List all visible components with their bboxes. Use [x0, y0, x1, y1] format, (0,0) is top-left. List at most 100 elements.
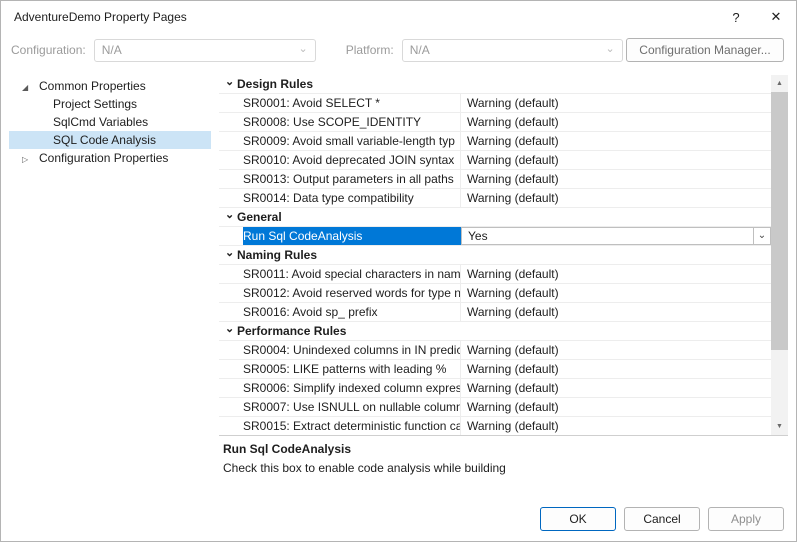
property-row-sr0012[interactable]: SR0012: Avoid reserved words for type nW… [219, 284, 771, 303]
property-row-sr0016[interactable]: SR0016: Avoid sp_ prefixWarning (default… [219, 303, 771, 322]
property-name[interactable]: SR0008: Use SCOPE_IDENTITY [243, 113, 461, 131]
scroll-down-icon[interactable]: ▼ [771, 418, 788, 435]
tree-item-project-settings[interactable]: Project Settings [9, 95, 211, 113]
property-row-sr0006[interactable]: SR0006: Simplify indexed column expresWa… [219, 379, 771, 398]
property-row-sr0011[interactable]: SR0011: Avoid special characters in namW… [219, 265, 771, 284]
tree-item-label: Project Settings [53, 97, 137, 111]
property-value[interactable]: Warning (default) [461, 151, 771, 169]
property-name[interactable]: SR0005: LIKE patterns with leading % [243, 360, 461, 378]
tree-item-sqlcmd-variables[interactable]: SqlCmd Variables [9, 113, 211, 131]
property-name[interactable]: SR0009: Avoid small variable-length typ [243, 132, 461, 150]
collapse-section-icon[interactable]: ⌄ [219, 244, 237, 262]
scrollbar-thumb[interactable] [771, 92, 788, 350]
property-value[interactable]: Warning (default) [461, 303, 771, 321]
row-indent [219, 94, 243, 112]
property-row-sr0014[interactable]: SR0014: Data type compatibilityWarning (… [219, 189, 771, 208]
property-name[interactable]: SR0011: Avoid special characters in nam [243, 265, 461, 283]
platform-dropdown: N/A ⌄ [402, 39, 623, 62]
property-row-sr0007[interactable]: SR0007: Use ISNULL on nullable columnWar… [219, 398, 771, 417]
property-name[interactable]: SR0007: Use ISNULL on nullable column [243, 398, 461, 416]
property-row-sr0001[interactable]: SR0001: Avoid SELECT *Warning (default) [219, 94, 771, 113]
row-indent [219, 265, 243, 283]
value-text: Yes [462, 227, 488, 245]
property-row-sr0009[interactable]: SR0009: Avoid small variable-length typW… [219, 132, 771, 151]
property-grid: ⌄Design RulesSR0001: Avoid SELECT *Warni… [219, 75, 771, 435]
property-row-sr0015[interactable]: SR0015: Extract deterministic function c… [219, 417, 771, 435]
property-value[interactable]: Warning (default) [461, 170, 771, 188]
row-indent [219, 284, 243, 302]
section-header-performance-rules[interactable]: ⌄Performance Rules [219, 322, 771, 341]
description-panel: Run Sql CodeAnalysis Check this box to e… [219, 435, 788, 497]
property-row-sr0005[interactable]: SR0005: LIKE patterns with leading %Warn… [219, 360, 771, 379]
right-panel: ⌄Design RulesSR0001: Avoid SELECT *Warni… [219, 75, 788, 497]
configuration-value: N/A [102, 43, 122, 57]
property-pages-dialog: AdventureDemo Property Pages ? ✕ Configu… [0, 0, 797, 542]
property-name[interactable]: SR0016: Avoid sp_ prefix [243, 303, 461, 321]
section-title: Design Rules [237, 75, 313, 93]
property-row-sr0004[interactable]: SR0004: Unindexed columns in IN predicWa… [219, 341, 771, 360]
help-icon[interactable]: ? [716, 1, 756, 33]
row-indent [219, 360, 243, 378]
tree-item-sql-code-analysis[interactable]: SQL Code Analysis [9, 131, 211, 149]
row-indent [219, 341, 243, 359]
main-area: ◢Common Properties Project Settings SqlCmd… [1, 67, 796, 497]
section-title: Naming Rules [237, 246, 317, 264]
property-value[interactable]: Warning (default) [461, 189, 771, 207]
collapse-arrow-icon[interactable]: ◢ [22, 79, 39, 97]
property-name[interactable]: SR0012: Avoid reserved words for type n [243, 284, 461, 302]
apply-button[interactable]: Apply [708, 507, 784, 531]
property-name[interactable]: SR0010: Avoid deprecated JOIN syntax [243, 151, 461, 169]
dialog-title: AdventureDemo Property Pages [1, 10, 716, 24]
grid-scrollbar[interactable]: ▲ ▼ [771, 75, 788, 435]
property-value[interactable]: Warning (default) [461, 360, 771, 378]
platform-label: Platform: [346, 43, 394, 57]
property-name[interactable]: SR0001: Avoid SELECT * [243, 94, 461, 112]
property-value[interactable]: Warning (default) [461, 341, 771, 359]
collapse-section-icon[interactable]: ⌄ [219, 75, 237, 91]
configuration-bar: Configuration: N/A ⌄ Platform: N/A ⌄ Con… [1, 33, 796, 67]
tree-item-label: SqlCmd Variables [53, 115, 148, 129]
property-name[interactable]: SR0014: Data type compatibility [243, 189, 461, 207]
scroll-up-icon[interactable]: ▲ [771, 75, 788, 92]
property-name[interactable]: SR0006: Simplify indexed column expres [243, 379, 461, 397]
close-icon[interactable]: ✕ [756, 1, 796, 33]
row-indent [219, 113, 243, 131]
platform-value: N/A [410, 43, 430, 57]
tree-item-configuration-properties[interactable]: ▷Configuration Properties [9, 149, 211, 167]
row-indent [219, 170, 243, 188]
property-name[interactable]: SR0015: Extract deterministic function c… [243, 417, 461, 435]
property-value[interactable]: Warning (default) [461, 265, 771, 283]
tree-item-label: SQL Code Analysis [53, 133, 156, 147]
property-value[interactable]: Warning (default) [461, 284, 771, 302]
row-indent [219, 151, 243, 169]
property-value[interactable]: Warning (default) [461, 417, 771, 435]
expand-arrow-icon[interactable]: ▷ [22, 151, 39, 169]
section-header-general[interactable]: ⌄General [219, 208, 771, 227]
property-value[interactable]: Warning (default) [461, 398, 771, 416]
collapse-section-icon[interactable]: ⌄ [219, 320, 237, 338]
section-title: General [237, 208, 282, 226]
property-value[interactable]: Warning (default) [461, 132, 771, 150]
property-row-sr0013[interactable]: SR0013: Output parameters in all pathsWa… [219, 170, 771, 189]
row-indent [219, 398, 243, 416]
property-name[interactable]: Run Sql CodeAnalysis [243, 227, 461, 245]
chevron-down-icon: ⌄ [299, 42, 308, 55]
section-header-design-rules[interactable]: ⌄Design Rules [219, 75, 771, 94]
configuration-manager-button[interactable]: Configuration Manager... [626, 38, 784, 62]
section-header-naming-rules[interactable]: ⌄Naming Rules [219, 246, 771, 265]
property-name[interactable]: SR0004: Unindexed columns in IN predic [243, 341, 461, 359]
property-value[interactable]: Yes ⌄ [461, 227, 771, 245]
property-value[interactable]: Warning (default) [461, 113, 771, 131]
property-row-run-sql-codeanalysis[interactable]: Run Sql CodeAnalysisYes ⌄ [219, 227, 771, 246]
configuration-label: Configuration: [11, 43, 86, 57]
tree-item-common-properties[interactable]: ◢Common Properties [9, 77, 211, 95]
dropdown-button-icon[interactable]: ⌄ [753, 228, 770, 244]
cancel-button[interactable]: Cancel [624, 507, 700, 531]
property-row-sr0008[interactable]: SR0008: Use SCOPE_IDENTITYWarning (defau… [219, 113, 771, 132]
ok-button[interactable]: OK [540, 507, 616, 531]
collapse-section-icon[interactable]: ⌄ [219, 206, 237, 224]
property-value[interactable]: Warning (default) [461, 379, 771, 397]
property-value[interactable]: Warning (default) [461, 94, 771, 112]
property-name[interactable]: SR0013: Output parameters in all paths [243, 170, 461, 188]
property-row-sr0010[interactable]: SR0010: Avoid deprecated JOIN syntaxWarn… [219, 151, 771, 170]
